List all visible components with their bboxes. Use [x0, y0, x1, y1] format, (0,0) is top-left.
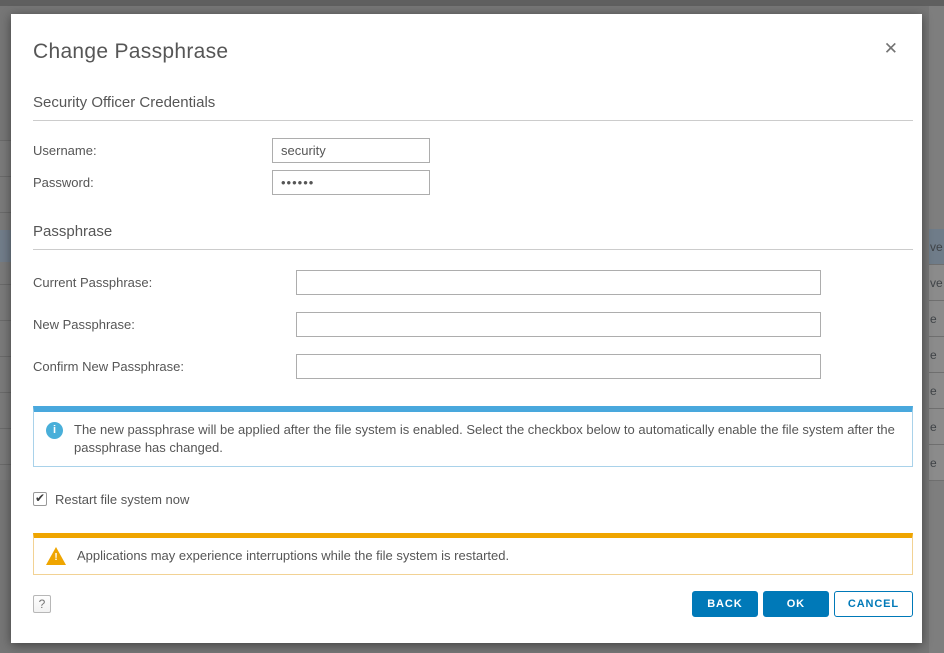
warning-alert: ! Applications may experience interrupti… — [33, 533, 913, 575]
info-icon: i — [46, 422, 63, 439]
confirm-passphrase-field[interactable] — [296, 354, 821, 379]
restart-checkbox-row: Restart file system now — [33, 492, 913, 507]
new-passphrase-field[interactable] — [296, 312, 821, 337]
dialog-footer: ? BACK OK CANCEL — [33, 591, 913, 617]
username-label: Username: — [33, 143, 272, 158]
new-passphrase-label: New Passphrase: — [33, 317, 296, 332]
background-table-row: e — [929, 445, 944, 481]
help-button[interactable]: ? — [33, 595, 51, 613]
section-heading-credentials: Security Officer Credentials — [33, 94, 913, 121]
background-table-row: ve — [929, 265, 944, 301]
cancel-button[interactable]: CANCEL — [834, 591, 913, 617]
new-passphrase-row: New Passphrase: — [33, 312, 913, 337]
background-right-strip: ve ve e e e e e — [929, 6, 944, 653]
dialog-title: Change Passphrase — [33, 40, 913, 64]
background-table-row: e — [929, 337, 944, 373]
background-table-row: e — [929, 301, 944, 337]
confirm-passphrase-label: Confirm New Passphrase: — [33, 359, 296, 374]
confirm-passphrase-row: Confirm New Passphrase: — [33, 354, 913, 379]
back-button[interactable]: BACK — [692, 591, 758, 617]
warning-exclamation: ! — [46, 553, 66, 563]
background-selected-row-left — [0, 230, 11, 262]
footer-buttons: BACK OK CANCEL — [687, 591, 913, 617]
background-left-strip — [0, 6, 11, 653]
background-header-band — [0, 0, 944, 6]
warning-alert-text: Applications may experience interruption… — [77, 547, 900, 565]
background-table-row: e — [929, 373, 944, 409]
close-icon[interactable]: ✕ — [880, 36, 902, 61]
background-table-rows-left — [0, 140, 11, 480]
background-table-row: ve — [929, 229, 944, 265]
restart-checkbox[interactable] — [33, 492, 47, 506]
info-alert: i The new passphrase will be applied aft… — [33, 406, 913, 467]
username-field[interactable] — [272, 138, 430, 163]
change-passphrase-dialog: Change Passphrase ✕ Security Officer Cre… — [11, 14, 922, 643]
info-alert-text: The new passphrase will be applied after… — [74, 421, 900, 457]
password-field[interactable] — [272, 170, 430, 195]
section-heading-passphrase: Passphrase — [33, 223, 913, 250]
background-table-row: e — [929, 409, 944, 445]
restart-checkbox-label[interactable]: Restart file system now — [55, 492, 189, 507]
username-row: Username: — [33, 138, 913, 163]
ok-button[interactable]: OK — [763, 591, 829, 617]
password-label: Password: — [33, 175, 272, 190]
current-passphrase-label: Current Passphrase: — [33, 275, 296, 290]
warning-icon: ! — [46, 547, 66, 565]
current-passphrase-field[interactable] — [296, 270, 821, 295]
password-row: Password: — [33, 170, 913, 195]
current-passphrase-row: Current Passphrase: — [33, 270, 913, 295]
